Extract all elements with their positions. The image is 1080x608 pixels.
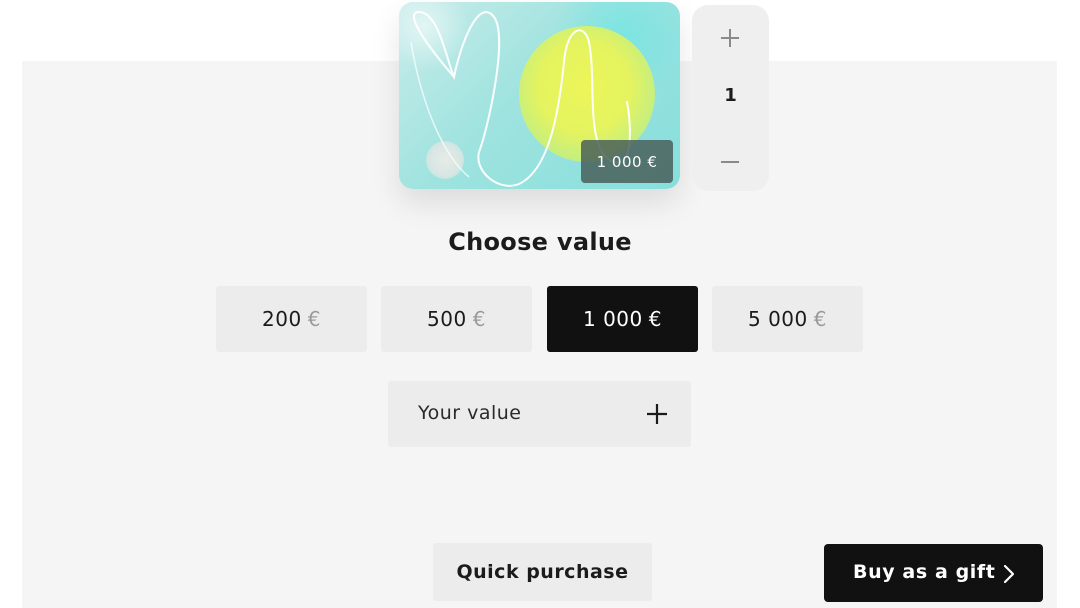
card-price-tag: 1 000 € — [581, 140, 673, 183]
value-amount: 500 — [427, 307, 467, 331]
value-currency: € — [813, 307, 827, 331]
value-amount: 5 000 — [748, 307, 808, 331]
gift-card-preview: 1 000 € — [399, 2, 680, 189]
your-value-button[interactable]: Your value — [388, 381, 691, 447]
minus-icon[interactable] — [719, 151, 741, 173]
quick-purchase-button[interactable]: Quick purchase — [433, 543, 652, 601]
your-value-label: Your value — [418, 402, 522, 424]
plus-icon — [647, 404, 667, 424]
value-currency: € — [307, 307, 321, 331]
buy-as-gift-button[interactable]: Buy as a gift — [824, 544, 1043, 602]
chevron-right-icon — [1003, 564, 1015, 584]
plus-icon[interactable] — [719, 27, 741, 49]
quantity-stepper[interactable]: 1 — [692, 5, 769, 191]
quantity-count: 1 — [724, 85, 737, 106]
choose-value-heading: Choose value — [448, 228, 632, 256]
value-option-500[interactable]: 500 € — [381, 286, 532, 352]
value-option-200[interactable]: 200 € — [216, 286, 367, 352]
buy-as-gift-label: Buy as a gift — [853, 561, 996, 583]
value-amount: 200 — [262, 307, 302, 331]
value-currency: € — [472, 307, 486, 331]
value-option-1000[interactable]: 1 000 € — [547, 286, 698, 352]
value-option-5000[interactable]: 5 000 € — [712, 286, 863, 352]
value-amount: 1 000 — [583, 307, 643, 331]
value-currency: € — [648, 307, 662, 331]
